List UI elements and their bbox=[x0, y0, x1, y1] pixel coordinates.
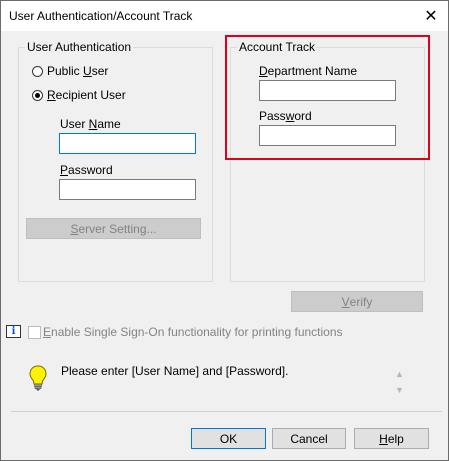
label-part: Public bbox=[47, 64, 84, 78]
window-title: User Authentication/Account Track bbox=[9, 9, 193, 23]
user-name-input[interactable] bbox=[59, 133, 196, 154]
sso-checkbox[interactable] bbox=[28, 326, 41, 339]
user-authentication-legend: User Authentication bbox=[25, 40, 134, 54]
footer-separator bbox=[11, 411, 442, 412]
cancel-button[interactable]: Cancel bbox=[272, 428, 346, 449]
dialog-window: User Authentication/Account Track ✕ User… bbox=[0, 0, 449, 461]
public-user-label[interactable]: Public User bbox=[47, 64, 108, 78]
message-text: Please enter [User Name] and [Password]. bbox=[61, 364, 289, 378]
title-bar: User Authentication/Account Track ✕ bbox=[1, 1, 448, 31]
verify-button[interactable]: Verify bbox=[291, 291, 423, 312]
label-part: assword bbox=[68, 163, 113, 177]
sso-label[interactable]: Enable Single Sign-On functionality for … bbox=[43, 325, 343, 339]
label-accesskey: E bbox=[43, 325, 52, 339]
server-setting-button[interactable]: Server Setting... bbox=[26, 218, 201, 239]
ok-button[interactable]: OK bbox=[191, 428, 266, 449]
label-part: erver Setting... bbox=[78, 221, 157, 236]
label-part: ser bbox=[91, 64, 109, 78]
label-part: User bbox=[60, 117, 89, 131]
auth-password-label: Password bbox=[60, 163, 113, 177]
user-authentication-group: User Authentication bbox=[18, 40, 213, 282]
label-accesskey: U bbox=[83, 64, 92, 78]
label-accesskey: H bbox=[379, 431, 388, 446]
label-accesskey: R bbox=[47, 88, 56, 102]
label-part: ecipient User bbox=[55, 88, 126, 102]
auth-password-input[interactable] bbox=[59, 179, 196, 200]
scroll-up-icon[interactable]: ▲ bbox=[395, 369, 404, 379]
lightbulb-icon bbox=[29, 365, 47, 391]
label-part: elp bbox=[387, 431, 404, 446]
label-accesskey: V bbox=[341, 294, 350, 309]
help-button[interactable]: Help bbox=[354, 428, 429, 449]
label-part: nable Single Sign-On functionality for p… bbox=[51, 325, 343, 339]
scroll-down-icon[interactable]: ▼ bbox=[395, 385, 404, 395]
label-part: erify bbox=[349, 294, 373, 309]
label-accesskey: P bbox=[60, 163, 69, 177]
user-name-label: User Name bbox=[60, 117, 121, 131]
recipient-user-label[interactable]: Recipient User bbox=[47, 88, 126, 102]
close-icon[interactable]: ✕ bbox=[414, 1, 448, 31]
label-accesskey: S bbox=[70, 221, 79, 236]
info-icon: i bbox=[6, 325, 21, 338]
recipient-user-radio[interactable] bbox=[32, 90, 43, 101]
highlight-box bbox=[225, 35, 430, 160]
label-part: ame bbox=[97, 117, 121, 131]
public-user-radio[interactable] bbox=[32, 66, 43, 77]
